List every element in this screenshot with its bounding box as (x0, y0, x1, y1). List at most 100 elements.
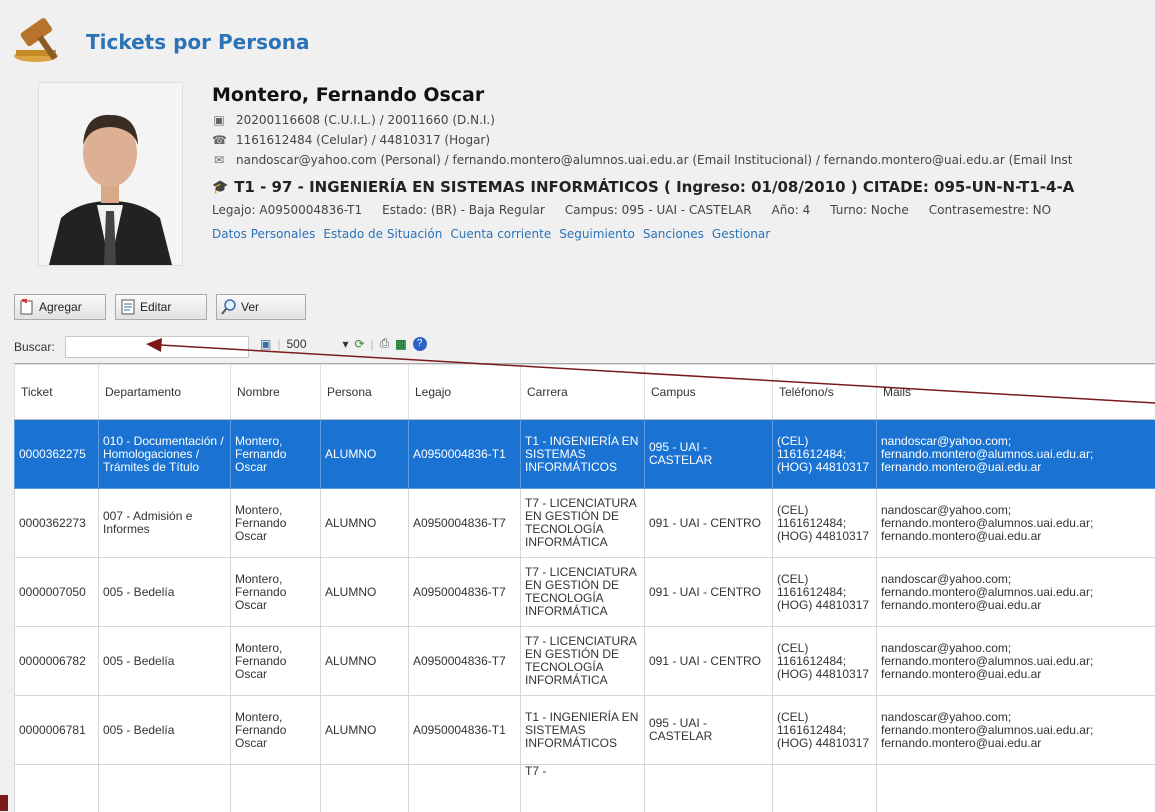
page-header: Tickets por Persona (0, 0, 1155, 75)
cell-departamento: 005 - Bedelía (99, 627, 231, 696)
link-datos-personales[interactable]: Datos Personales (212, 227, 315, 241)
cell-persona: ALUMNO (321, 420, 409, 489)
col-carrera[interactable]: Carrera (521, 365, 645, 420)
table-row[interactable]: 0000007050 005 - Bedelía Montero, Fernan… (15, 558, 1155, 627)
turno-text: Turno: Noche (830, 203, 909, 223)
print-icon[interactable]: ⎙ (380, 336, 390, 351)
cell-ticket: 0000006782 (15, 627, 99, 696)
cell-telefonos: (CEL) 1161612484; (HOG) 44810317 (773, 489, 877, 558)
graduation-cap-icon: 🎓 (212, 180, 228, 195)
cell-telefonos: (CEL) 1161612484; (HOG) 44810317 (773, 558, 877, 627)
cell-nombre: Montero, Fernando Oscar (231, 696, 321, 765)
view-icon (221, 299, 237, 315)
id-text: 20200116608 (C.U.I.L.) / 20011660 (D.N.I… (236, 113, 495, 127)
cell-mails: nandoscar@yahoo.com; fernando.montero@al… (877, 489, 1155, 558)
table-row[interactable]: 0000006781 005 - Bedelía Montero, Fernan… (15, 696, 1155, 765)
tickets-table: Ticket Departamento Nombre Persona Legaj… (14, 364, 1155, 812)
col-nombre[interactable]: Nombre (231, 365, 321, 420)
phone-text: 1161612484 (Celular) / 44810317 (Hogar) (236, 133, 490, 147)
link-gestionar[interactable]: Gestionar (712, 227, 770, 241)
person-links: Datos Personales Estado de Situación Cue… (212, 227, 1155, 241)
cell-departamento: 010 - Documentación / Homologaciones / T… (99, 420, 231, 489)
student-details: Legajo: A0950004836-T1 Estado: (BR) - Ba… (212, 203, 1155, 223)
link-cuenta-corriente[interactable]: Cuenta corriente (450, 227, 551, 241)
cell-ticket: 0000007050 (15, 558, 99, 627)
cell-mails: nandoscar@yahoo.com; fernando.montero@al… (877, 420, 1155, 489)
search-bar: Buscar: (14, 336, 249, 358)
col-mails[interactable]: Mails (877, 365, 1155, 420)
view-label: Ver (241, 300, 259, 314)
table-row[interactable]: 0000362273 007 - Admisión e Informes Mon… (15, 489, 1155, 558)
cell-persona (321, 765, 409, 812)
col-ticket[interactable]: Ticket (15, 365, 99, 420)
table-row[interactable]: 0000362275 010 - Documentación / Homolog… (15, 420, 1155, 489)
table-row[interactable]: 0000006782 005 - Bedelía Montero, Fernan… (15, 627, 1155, 696)
cell-mails: nandoscar@yahoo.com; fernando.montero@al… (877, 627, 1155, 696)
add-icon (19, 299, 35, 315)
view-button[interactable]: Ver (216, 294, 306, 320)
col-legajo[interactable]: Legajo (409, 365, 521, 420)
page-size-value: 500 (286, 337, 306, 351)
link-seguimiento[interactable]: Seguimiento (559, 227, 635, 241)
cell-carrera: T1 - INGENIERÍA EN SISTEMAS INFORMÁTICOS (521, 696, 645, 765)
cell-nombre: Montero, Fernando Oscar (231, 489, 321, 558)
cell-legajo: A0950004836-T7 (409, 558, 521, 627)
add-button[interactable]: Agregar (14, 294, 106, 320)
search-input[interactable] (65, 336, 249, 358)
cell-nombre: Montero, Fernando Oscar (231, 627, 321, 696)
cell-campus: 095 - UAI - CASTELAR (645, 696, 773, 765)
edit-button[interactable]: Editar (115, 294, 207, 320)
career-line: 🎓 T1 - 97 - INGENIERÍA EN SISTEMAS INFOR… (212, 175, 1155, 199)
cell-legajo (409, 765, 521, 812)
cell-departamento: 005 - Bedelía (99, 696, 231, 765)
cell-departamento: 005 - Bedelía (99, 558, 231, 627)
table-row[interactable]: T7 - (15, 765, 1155, 812)
cell-legajo: A0950004836-T1 (409, 420, 521, 489)
cell-ticket: 0000006781 (15, 696, 99, 765)
cell-telefonos: (CEL) 1161612484; (HOG) 44810317 (773, 627, 877, 696)
phone-row: ☎ 1161612484 (Celular) / 44810317 (Hogar… (212, 130, 1155, 150)
cell-nombre: Montero, Fernando Oscar (231, 558, 321, 627)
cell-ticket: 0000362273 (15, 489, 99, 558)
table-header: Ticket Departamento Nombre Persona Legaj… (15, 365, 1155, 420)
page-icon[interactable]: ▣ (260, 337, 271, 351)
chevron-down-icon: ▾ (342, 337, 348, 351)
campus-text: Campus: 095 - UAI - CASTELAR (565, 203, 752, 223)
col-telefonos[interactable]: Teléfono/s (773, 365, 877, 420)
cell-legajo: A0950004836-T1 (409, 696, 521, 765)
link-estado-situacion[interactable]: Estado de Situación (323, 227, 442, 241)
add-label: Agregar (39, 300, 82, 314)
help-icon[interactable]: ? (413, 337, 427, 351)
toolbar: Agregar Editar Ver (14, 294, 306, 320)
edit-label: Editar (140, 300, 171, 314)
excel-icon[interactable]: ▦ (395, 337, 406, 351)
cell-carrera: T7 - LICENCIATURA EN GESTIÓN DE TECNOLOG… (521, 627, 645, 696)
cell-carrera: T7 - (521, 765, 645, 812)
link-sanciones[interactable]: Sanciones (643, 227, 704, 241)
email-row: ✉ nandoscar@yahoo.com (Personal) / ferna… (212, 150, 1155, 170)
col-departamento[interactable]: Departamento (99, 365, 231, 420)
refresh-icon[interactable]: ⟳ (354, 337, 364, 351)
gavel-icon (10, 12, 74, 64)
cell-departamento: 007 - Admisión e Informes (99, 489, 231, 558)
cell-persona: ALUMNO (321, 627, 409, 696)
cell-legajo: A0950004836-T7 (409, 627, 521, 696)
cell-mails: nandoscar@yahoo.com; fernando.montero@al… (877, 558, 1155, 627)
page-size-select[interactable]: 500 ▾ (286, 337, 348, 351)
cell-legajo: A0950004836-T7 (409, 489, 521, 558)
cell-persona: ALUMNO (321, 558, 409, 627)
cell-carrera: T7 - LICENCIATURA EN GESTIÓN DE TECNOLOG… (521, 558, 645, 627)
id-row: ▣ 20200116608 (C.U.I.L.) / 20011660 (D.N… (212, 110, 1155, 130)
cell-telefonos: (CEL) 1161612484; (HOG) 44810317 (773, 696, 877, 765)
mail-icon: ✉ (212, 153, 226, 167)
edit-icon (120, 299, 136, 315)
cell-persona: ALUMNO (321, 696, 409, 765)
col-campus[interactable]: Campus (645, 365, 773, 420)
cell-nombre (231, 765, 321, 812)
cell-mails: nandoscar@yahoo.com; fernando.montero@al… (877, 696, 1155, 765)
col-persona[interactable]: Persona (321, 365, 409, 420)
cell-telefonos: (CEL) 1161612484; (HOG) 44810317 (773, 420, 877, 489)
cell-persona: ALUMNO (321, 489, 409, 558)
person-info: Montero, Fernando Oscar ▣ 20200116608 (C… (212, 84, 1155, 274)
cell-campus: 095 - UAI - CASTELAR (645, 420, 773, 489)
